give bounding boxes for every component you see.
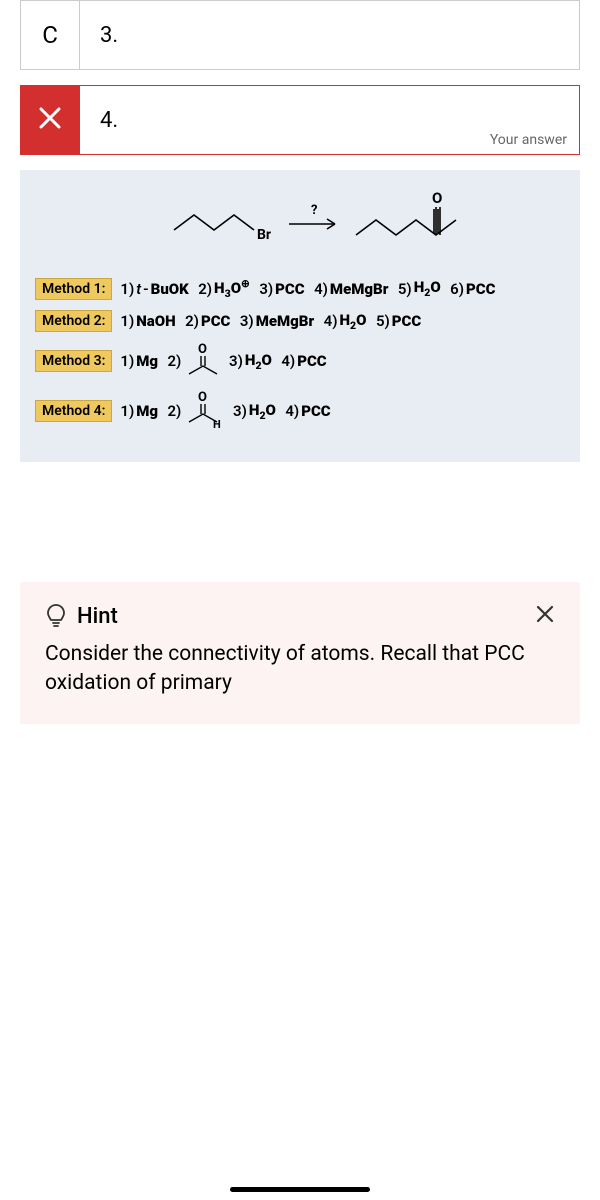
method-2-text: 1) NaOH 2) PCC 3) MeMgBr 4) H2O 5) PCC bbox=[120, 311, 421, 332]
your-answer-label: Your answer bbox=[490, 132, 567, 148]
method-1-row: Method 1: 1) t-BuOK 2) H3O⊕ 3) PCC 4) Me… bbox=[35, 277, 565, 300]
hint-body: Consider the connectivity of atoms. Reca… bbox=[45, 640, 555, 699]
method-4-label: Method 4: bbox=[35, 400, 112, 422]
method-1-label: Method 1: bbox=[35, 278, 112, 300]
option-content-4: 4. Your answer bbox=[80, 85, 580, 155]
hint-title-text: Hint bbox=[77, 604, 118, 629]
method-3-text: 1) Mg 2) O 3) H2O 4) PCC bbox=[120, 342, 326, 380]
svg-text:O: O bbox=[198, 342, 207, 357]
method-4-row: Method 4: 1) Mg 2) O H 3) H2O 4) PCC bbox=[35, 390, 565, 432]
reaction-scheme: Br ? O bbox=[35, 185, 565, 259]
br-label: Br bbox=[257, 227, 271, 243]
method-1-text: 1) t-BuOK 2) H3O⊕ 3) PCC 4) MeMgBr 5) H2… bbox=[120, 277, 495, 300]
hint-title: Hint bbox=[45, 603, 118, 629]
option-row-c[interactable]: C 3. bbox=[20, 0, 580, 70]
reaction-arrow: ? bbox=[285, 200, 345, 244]
lightbulb-icon bbox=[45, 603, 67, 629]
product-structure: O bbox=[351, 185, 491, 259]
hint-close-button[interactable] bbox=[535, 602, 555, 630]
option-letter-c: C bbox=[20, 0, 80, 70]
method-2-label: Method 2: bbox=[35, 310, 112, 332]
solution-panel: Br ? O Method 1: bbox=[20, 170, 580, 462]
option-content-c: 3. bbox=[80, 0, 580, 70]
svg-text:O: O bbox=[198, 390, 207, 405]
method-2-row: Method 2: 1) NaOH 2) PCC 3) MeMgBr 4) H2… bbox=[35, 310, 565, 332]
option-number-c: 3. bbox=[100, 23, 118, 48]
svg-text:O: O bbox=[432, 189, 442, 207]
method-4-text: 1) Mg 2) O H 3) H2O 4) PCC bbox=[120, 390, 330, 432]
method-3-label: Method 3: bbox=[35, 350, 112, 372]
home-indicator[interactable] bbox=[230, 1187, 370, 1192]
hint-header: Hint bbox=[45, 602, 555, 630]
option-row-4[interactable]: 4. Your answer bbox=[20, 85, 580, 155]
acetaldehyde-structure: O H bbox=[183, 390, 227, 432]
reactant-structure: Br bbox=[169, 195, 279, 249]
svg-text:H: H bbox=[213, 418, 221, 428]
hint-panel: Hint Consider the connectivity of atoms.… bbox=[20, 582, 580, 724]
acetone-structure: O bbox=[183, 342, 223, 380]
svg-text:?: ? bbox=[311, 203, 317, 218]
method-3-row: Method 3: 1) Mg 2) O 3) H2O 4) PCC bbox=[35, 342, 565, 380]
wrong-indicator bbox=[20, 85, 80, 155]
option-number-4: 4. bbox=[100, 108, 118, 133]
close-icon bbox=[37, 105, 63, 136]
